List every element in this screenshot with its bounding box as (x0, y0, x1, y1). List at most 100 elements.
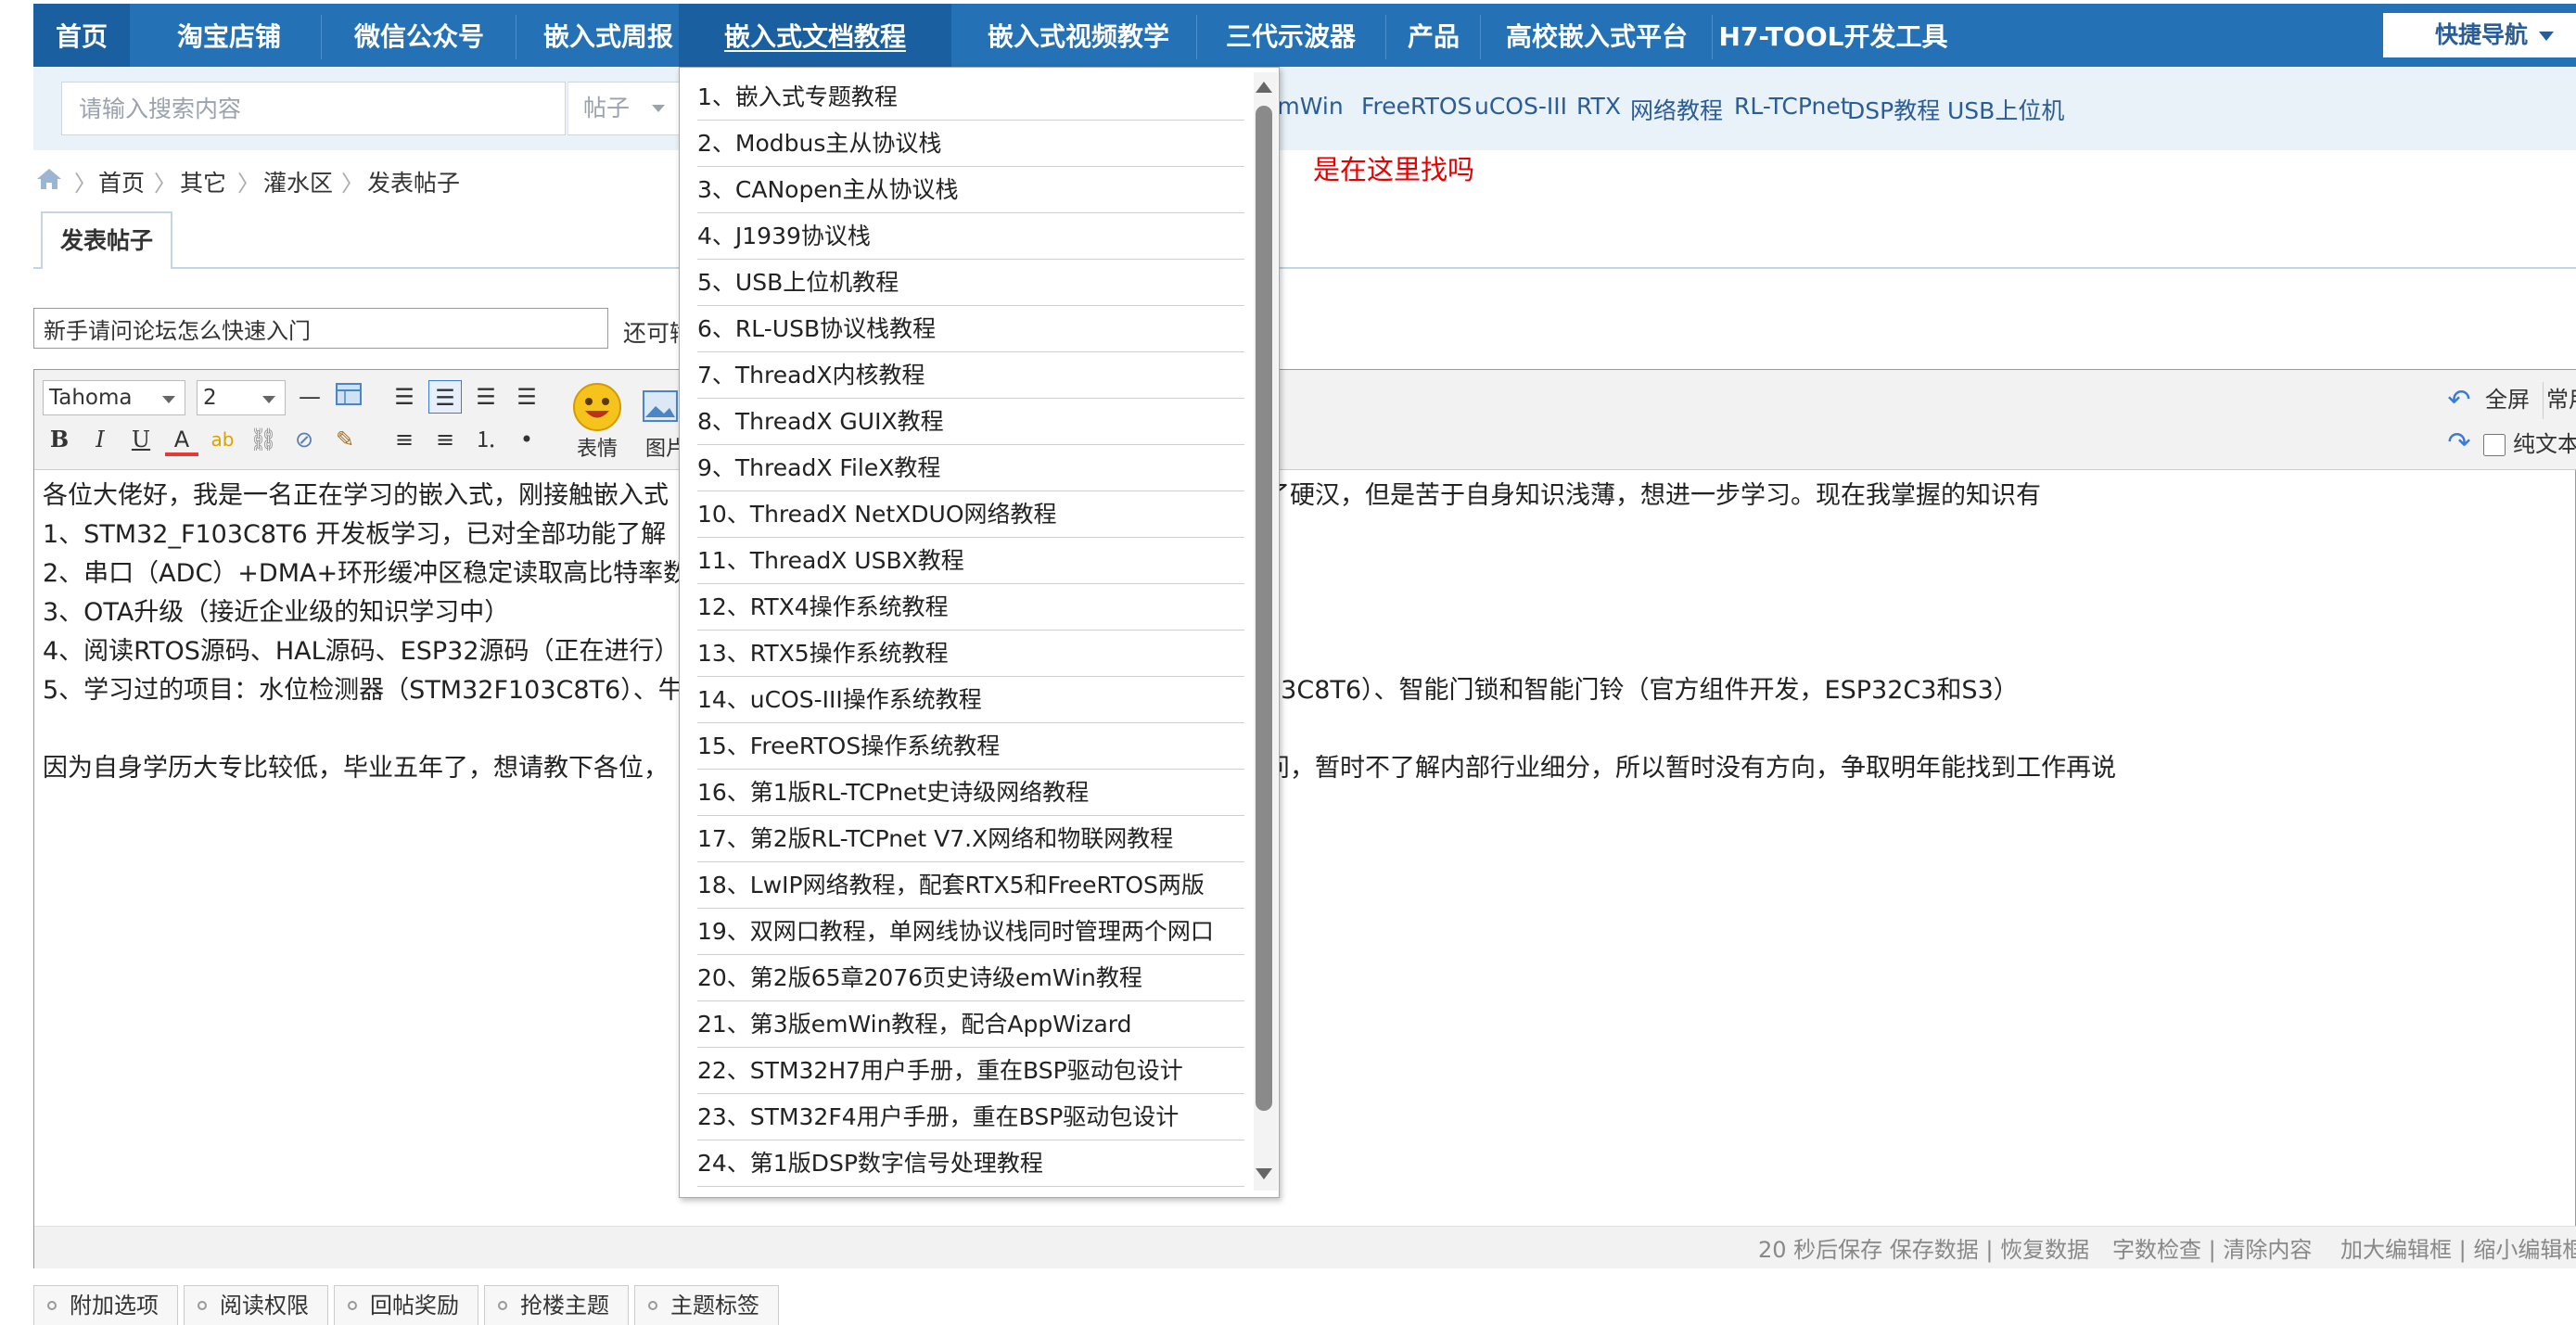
dropdown-item[interactable]: 10、ThreadX NetXDUO网络教程 (697, 491, 1244, 538)
tab-floor-thread[interactable]: 抢楼主题 (484, 1285, 629, 1325)
resize-links[interactable]: 加大编辑框 | 缩小编辑框 (2340, 1231, 2576, 1264)
plaintext-checkbox[interactable] (2483, 434, 2506, 456)
dropdown-item[interactable]: 14、uCOS-III操作系统教程 (697, 677, 1244, 723)
plaintext-label: 纯文本 (2513, 431, 2576, 457)
unordered-list-icon[interactable]: • (510, 423, 543, 456)
autosave-status[interactable]: 20 秒后保存 保存数据 | 恢复数据 (1758, 1231, 2089, 1264)
align-center-icon[interactable]: ☰ (469, 380, 503, 414)
dropdown-item[interactable]: 22、STM32H7用户手册，重在BSP驱动包设计 (697, 1048, 1244, 1094)
dropdown-item[interactable]: 19、双网口教程，单网线协议栈同时管理两个网口 (697, 909, 1244, 955)
search-input[interactable] (62, 83, 563, 134)
nav-h7-tool[interactable]: H7-TOOL开发工具 (1714, 4, 1953, 70)
nav-doc-tutorials[interactable]: 嵌入式文档教程 (679, 4, 951, 70)
bold-icon[interactable]: B (43, 423, 76, 456)
link-icon[interactable]: ⛓ (247, 423, 280, 456)
hot-link-rtx[interactable]: RTX (1576, 93, 1621, 120)
outdent-icon[interactable]: ≡ (428, 423, 462, 456)
nav-oscilloscope[interactable]: 三代示波器 (1198, 4, 1384, 70)
tab-extra-options[interactable]: 附加选项 (33, 1285, 178, 1325)
redo-icon[interactable]: ↷ (2442, 427, 2476, 460)
tab-reply-reward[interactable]: 回帖奖励 (334, 1285, 478, 1325)
nav-products[interactable]: 产品 (1387, 4, 1480, 70)
image-icon[interactable] (642, 388, 679, 425)
nav-video-tutorials[interactable]: 嵌入式视频教学 (961, 4, 1196, 70)
dropdown-item[interactable]: 13、RTX5操作系统教程 (697, 631, 1244, 677)
nav-taobao-shop[interactable]: 淘宝店铺 (145, 4, 313, 70)
align-left-icon[interactable]: ☰ (428, 380, 462, 414)
tab-thread-tags[interactable]: 主题标签 (634, 1285, 779, 1325)
undo-icon[interactable]: ↶ (2442, 384, 2476, 417)
hot-link-rl-tcpnet[interactable]: RL-TCPnet (1734, 93, 1850, 120)
align-right-icon[interactable]: ☰ (510, 380, 543, 414)
highlight-icon[interactable]: ab (206, 423, 239, 456)
bullet-icon (498, 1301, 507, 1310)
horizontal-rule-icon[interactable]: — (293, 380, 326, 414)
breadcrumb-current: 发表帖子 (367, 170, 461, 197)
quick-nav-button[interactable]: 快捷导航 (2383, 13, 2576, 57)
dropdown-scroll-thumb[interactable] (1256, 106, 1272, 1111)
breadcrumb-other[interactable]: 其它 (180, 165, 226, 198)
title-input[interactable] (33, 308, 608, 349)
scroll-up-icon[interactable] (1256, 82, 1272, 93)
dropdown-item[interactable]: 11、ThreadX USBX教程 (697, 538, 1244, 584)
nav-home[interactable]: 首页 (33, 4, 130, 70)
table-icon[interactable] (332, 380, 365, 414)
chevron-down-icon (162, 396, 175, 403)
dropdown-item[interactable]: 7、ThreadX内核教程 (697, 352, 1244, 399)
ordered-list-icon[interactable]: ⒈ (469, 423, 503, 456)
mode-button[interactable]: 常用 (2546, 382, 2576, 419)
dropdown-item[interactable]: 2、Modbus主从协议栈 (697, 121, 1244, 167)
hot-link-ucos[interactable]: uCOS-III (1474, 93, 1567, 120)
tab-post[interactable]: 发表帖子 (41, 211, 172, 269)
dropdown-item[interactable]: 16、第1版RL-TCPnet史诗级网络教程 (697, 770, 1244, 816)
underline-icon[interactable]: U (124, 423, 158, 456)
breadcrumb-separator: 〉 (341, 171, 363, 197)
hot-link-dsp[interactable]: DSP教程 (1847, 93, 1940, 126)
scroll-down-icon[interactable] (1256, 1168, 1272, 1179)
toolbar-divider (2543, 382, 2544, 419)
hot-link-usb[interactable]: USB上位机 (1947, 93, 2064, 126)
emoji-icon[interactable] (571, 382, 623, 432)
indent-icon[interactable]: ≡ (388, 423, 421, 456)
dropdown-item[interactable]: 21、第3版emWin教程，配合AppWizard (697, 1001, 1244, 1048)
breadcrumb-water[interactable]: 灌水区 (263, 165, 333, 198)
dropdown-item[interactable]: 6、RL-USB协议栈教程 (697, 306, 1244, 352)
clear-format-icon[interactable]: ✎ (328, 423, 362, 456)
dropdown-item[interactable]: 5、USB上位机教程 (697, 260, 1244, 306)
nav-divider (1385, 15, 1386, 59)
align-justify-icon[interactable]: ☰ (388, 380, 421, 414)
unlink-icon[interactable]: ⊘ (287, 423, 321, 456)
breadcrumb-separator: 〉 (154, 171, 176, 197)
editor-content[interactable]: 各位大佬好，我是一名正在学习的嵌入式，刚接触嵌入式 1、STM32_F103C8… (43, 477, 2546, 788)
italic-icon[interactable]: I (83, 423, 117, 456)
dropdown-item[interactable]: 15、FreeRTOS操作系统教程 (697, 723, 1244, 770)
dropdown-item[interactable]: 8、ThreadX GUIX教程 (697, 399, 1244, 445)
fullscreen-button[interactable]: 全屏 (2485, 382, 2530, 419)
hot-link-network[interactable]: 网络教程 (1630, 93, 1723, 126)
nav-weekly[interactable]: 嵌入式周报 (517, 4, 699, 70)
dropdown-item[interactable]: 12、RTX4操作系统教程 (697, 584, 1244, 631)
tab-label: 阅读权限 (220, 1293, 309, 1319)
nav-wechat[interactable]: 微信公众号 (328, 4, 510, 70)
dropdown-item[interactable]: 23、STM32F4用户手册，重在BSP驱动包设计 (697, 1094, 1244, 1140)
dropdown-item[interactable]: 9、ThreadX FileX教程 (697, 445, 1244, 491)
dropdown-item[interactable]: 4、J1939协议栈 (697, 213, 1244, 260)
breadcrumb-home[interactable]: 首页 (98, 165, 145, 198)
search-type-select[interactable]: 帖子 (567, 82, 682, 135)
dropdown-item[interactable]: 3、CANopen主从协议栈 (697, 167, 1244, 213)
dropdown-item[interactable]: 24、第1版DSP数字信号处理教程 (697, 1140, 1244, 1187)
dropdown-item[interactable]: 18、LwIP网络教程，配套RTX5和FreeRTOS两版 (697, 862, 1244, 909)
font-color-icon[interactable]: A (165, 423, 198, 456)
dropdown-item[interactable]: 1、嵌入式专题教程 (697, 74, 1244, 121)
font-size-value: 2 (203, 386, 217, 410)
nav-university[interactable]: 高校嵌入式平台 (1482, 4, 1712, 70)
hot-link-freertos[interactable]: FreeRTOS (1361, 93, 1472, 120)
word-check-links[interactable]: 字数检查 | 清除内容 (2112, 1231, 2312, 1264)
font-size-select[interactable]: 2 (197, 380, 286, 415)
home-icon[interactable] (35, 167, 63, 191)
quick-nav-label: 快捷导航 (2435, 21, 2529, 48)
dropdown-item[interactable]: 20、第2版65章2076页史诗级emWin教程 (697, 955, 1244, 1001)
tab-read-permission[interactable]: 阅读权限 (184, 1285, 328, 1325)
font-family-select[interactable]: Tahoma (43, 380, 185, 415)
dropdown-item[interactable]: 17、第2版RL-TCPnet V7.X网络和物联网教程 (697, 816, 1244, 862)
